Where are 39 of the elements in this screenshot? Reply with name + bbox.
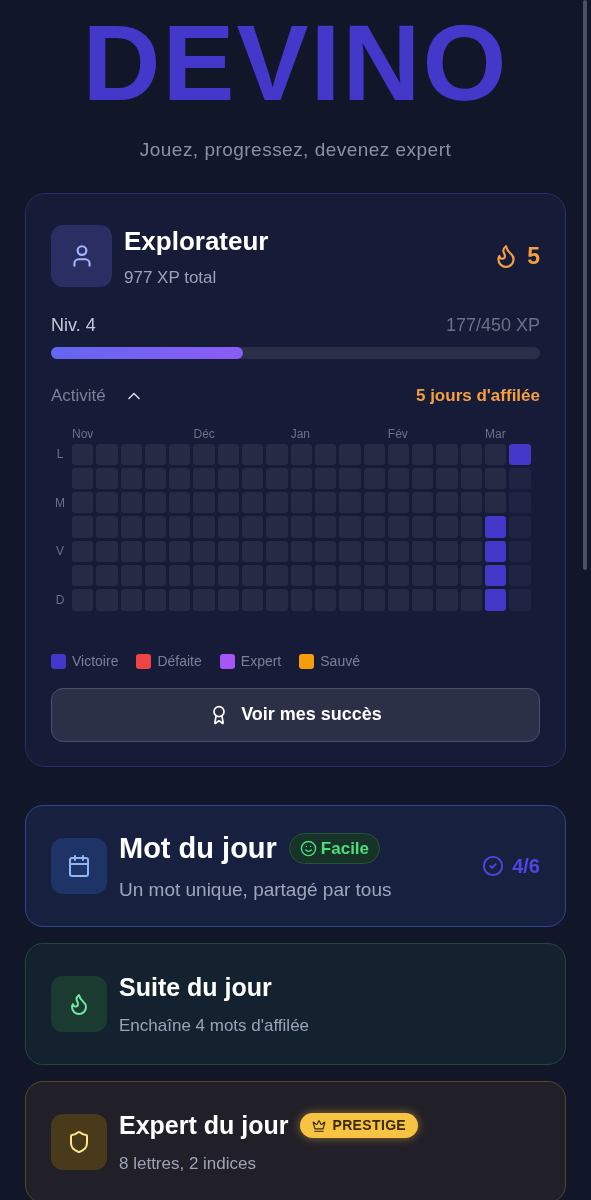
xp-total: 977 XP total: [124, 266, 218, 289]
game-card[interactable]: Mot du jour Facile Un mot unique, partagé par tous 4/6: [25, 804, 566, 927]
game-subtitle: Un mot unique, partagé par tous: [119, 878, 393, 903]
calendar-icon: [51, 837, 107, 894]
legend-label: Défaite: [157, 651, 202, 671]
game-title: Expert du jour: [119, 1110, 289, 1142]
game-subtitle: Enchaîne 4 mots d'affilée: [119, 1014, 311, 1037]
tagline: Jouez, progressez, devenez expert: [138, 138, 453, 162]
xp-count: 177/450 XP: [445, 314, 540, 337]
activity-toggle[interactable]: Activité: [51, 383, 144, 409]
game-title: Suite du jour: [119, 972, 272, 1004]
streak-text: 5 jours d'affilée: [415, 385, 540, 407]
month-label: Jan: [290, 426, 311, 441]
rank-title: Explorateur: [124, 224, 270, 258]
logo: DEVINO: [82, 8, 509, 118]
difficulty-badge: Facile: [288, 832, 381, 865]
legend-label: Expert: [240, 651, 282, 671]
month-label: Déc: [193, 426, 215, 441]
legend-label: Victoire: [72, 651, 119, 671]
check-icon: [482, 854, 505, 877]
day-label: D: [55, 591, 65, 609]
month-label: Mar: [485, 426, 506, 441]
shield-icon: [51, 1113, 107, 1170]
level-label: Niv. 4: [51, 314, 96, 337]
game-subtitle: 8 lettres, 2 indices: [119, 1152, 257, 1175]
month-label: Nov: [72, 426, 94, 441]
achievements-button[interactable]: Voir mes succès: [51, 687, 540, 742]
day-label: L: [56, 446, 64, 464]
prestige-badge: PRESTIGE: [300, 1113, 419, 1139]
game-title: Mot du jour: [119, 830, 277, 866]
month-label: Fév: [387, 426, 408, 441]
streak-count: 5: [527, 241, 540, 271]
day-label: M: [55, 494, 65, 512]
legend-label: Sauvé: [320, 651, 360, 671]
day-label: V: [56, 543, 64, 561]
flame-icon: [51, 975, 107, 1032]
game-card[interactable]: Expert du jour PRESTIGE 8 lettres, 2 indices: [25, 1080, 566, 1200]
game-card[interactable]: Suite du jour Enchaîne 4 mots d'affilée: [25, 942, 566, 1065]
attempts-score: 4/6: [512, 853, 540, 879]
